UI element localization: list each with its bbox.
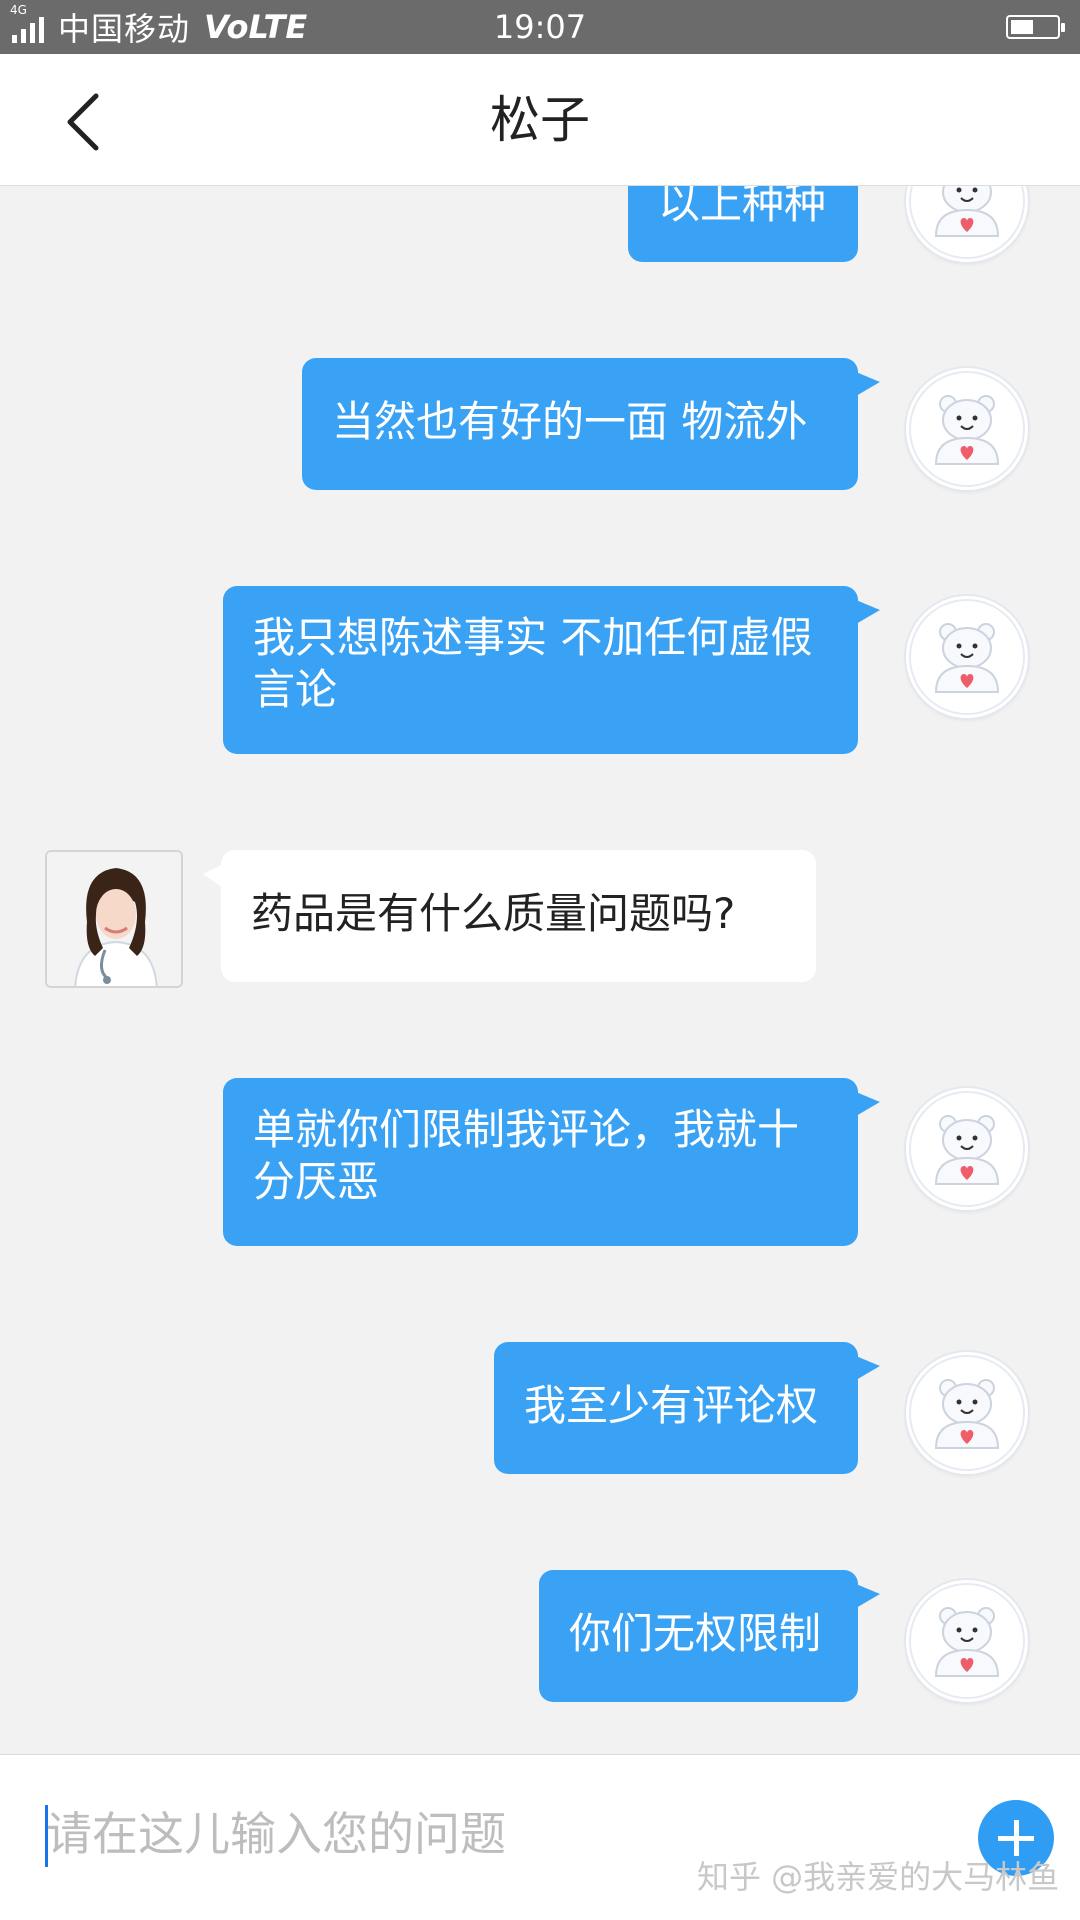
chat-bubble-sent[interactable]: 单就你们限制我评论，我就十分厌恶 bbox=[223, 1078, 880, 1246]
page-title: 松子 bbox=[490, 91, 590, 149]
bear-avatar-icon[interactable] bbox=[906, 1580, 1028, 1702]
watermark: 知乎 @我亲爱的大马林鱼 bbox=[697, 1858, 1060, 1896]
chat-bubble-sent[interactable]: 当然也有好的一面 物流外 bbox=[302, 358, 880, 490]
message-text: 你们无权限制 bbox=[569, 1609, 822, 1658]
message-text: 以上种种 bbox=[658, 186, 827, 228]
doctor-avatar-image bbox=[47, 852, 181, 986]
chat-message-list[interactable]: 以上种种 当然也有好的一面 物流外 我只想陈述事实 不加任何虚假言论 药品是有什… bbox=[0, 186, 1080, 1754]
chat-bubble-sent[interactable]: 我至少有评论权 bbox=[494, 1342, 880, 1474]
chat-bubble-received[interactable]: 药品是有什么质量问题吗? bbox=[203, 850, 816, 982]
bear-avatar-icon[interactable] bbox=[906, 596, 1028, 718]
message-text: 当然也有好的一面 物流外 bbox=[332, 397, 808, 446]
message-text: 我至少有评论权 bbox=[524, 1381, 819, 1430]
message-text: 药品是有什么质量问题吗? bbox=[251, 889, 736, 938]
bear-avatar-icon[interactable] bbox=[906, 1352, 1028, 1474]
status-bar: 4G 中国移动 VoLTE 19:07 bbox=[0, 0, 1080, 54]
bear-avatar-icon[interactable] bbox=[906, 186, 1028, 262]
chat-bubble-sent[interactable]: 你们无权限制 bbox=[539, 1570, 880, 1702]
status-time: 19:07 bbox=[493, 8, 587, 46]
bear-avatar-icon[interactable] bbox=[906, 368, 1028, 490]
battery-icon bbox=[1006, 15, 1065, 39]
doctor-avatar[interactable] bbox=[45, 850, 183, 988]
chat-bubble-sent[interactable]: 以上种种 bbox=[628, 186, 858, 262]
message-text: 我只想陈述事实 不加任何虚假言论 bbox=[253, 613, 813, 714]
bear-avatar-icon[interactable] bbox=[906, 1088, 1028, 1210]
chat-bubble-sent[interactable]: 我只想陈述事实 不加任何虚假言论 bbox=[223, 586, 880, 754]
title-bar: 松子 bbox=[0, 54, 1080, 186]
message-text: 单就你们限制我评论，我就十分厌恶 bbox=[253, 1105, 800, 1206]
